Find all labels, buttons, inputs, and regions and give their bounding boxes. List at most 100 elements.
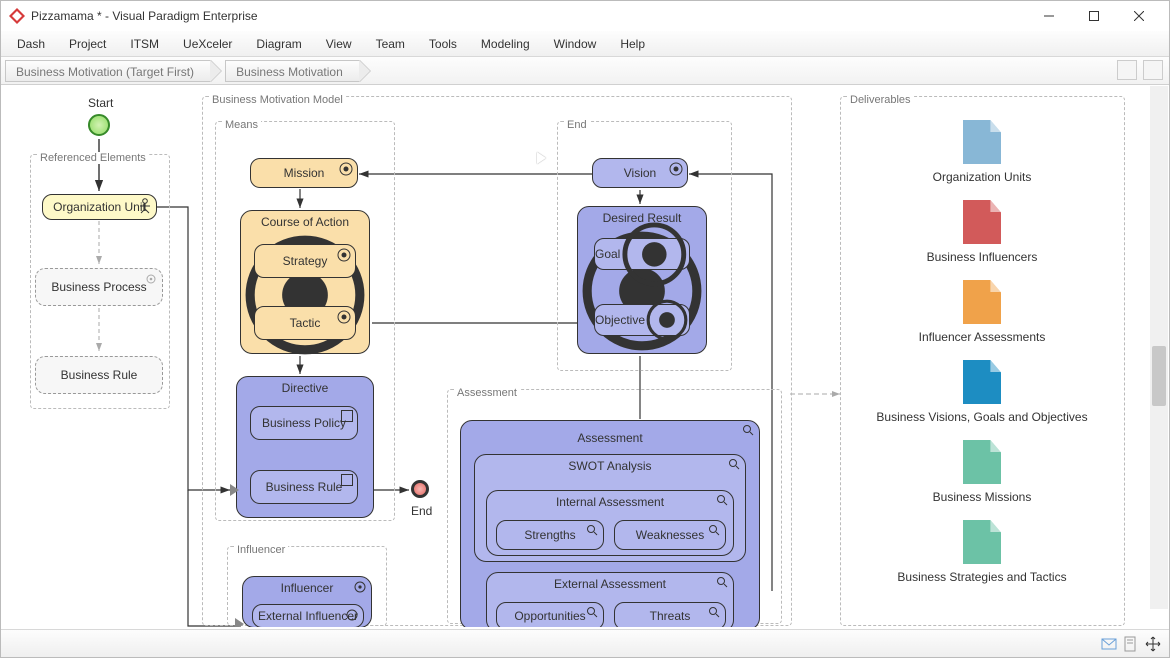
deliverable-item[interactable]: Business Influencers [857, 200, 1107, 264]
maximize-button[interactable] [1071, 1, 1116, 31]
gear-icon [144, 272, 158, 286]
external-influencer-node[interactable]: External Influencer [252, 604, 364, 627]
course-of-action-label: Course of Action [241, 215, 369, 229]
note-icon[interactable] [1123, 636, 1139, 652]
close-button[interactable] [1116, 1, 1161, 31]
strategy-node[interactable]: Strategy [254, 244, 356, 278]
business-process-ref[interactable]: Business Process [35, 268, 163, 306]
document-icon [963, 520, 1001, 564]
move-icon[interactable] [1145, 636, 1161, 652]
menu-view[interactable]: View [314, 33, 364, 55]
search-icon [742, 424, 754, 436]
business-rule-ref[interactable]: Business Rule [35, 356, 163, 394]
threats-label: Threats [650, 609, 691, 623]
gear-icon [345, 608, 359, 622]
menu-uexceler[interactable]: UeXceler [171, 33, 244, 55]
business-policy-node[interactable]: Business Policy [250, 406, 358, 440]
directive-label: Directive [237, 381, 373, 395]
gear-icon [353, 580, 367, 594]
target-icon [339, 162, 353, 176]
diagram-canvas[interactable]: Start Referenced Elements Organization U… [2, 86, 1168, 627]
mail-icon[interactable] [1101, 636, 1117, 652]
objective-node[interactable]: Objective [594, 304, 690, 336]
deliverable-item[interactable]: Business Visions, Goals and Objectives [857, 360, 1107, 424]
menubar: Dash Project ITSM UeXceler Diagram View … [1, 31, 1169, 57]
goal-label: Goal [595, 247, 620, 261]
start-label: Start [88, 96, 113, 110]
organization-unit-label: Organization Unit [53, 200, 146, 214]
end-label: End [411, 504, 432, 518]
organization-unit-node[interactable]: Organization Unit [42, 194, 157, 220]
opportunities-label: Opportunities [514, 609, 585, 623]
deliverable-item[interactable]: Influencer Assessments [857, 280, 1107, 344]
start-node[interactable] [88, 114, 110, 136]
target-icon [337, 310, 351, 324]
note-icon [341, 474, 353, 486]
business-policy-label: Business Policy [262, 416, 346, 430]
menu-help[interactable]: Help [608, 33, 657, 55]
deliverable-label: Influencer Assessments [857, 330, 1107, 344]
influencer-label: Influencer [243, 581, 371, 595]
business-process-label: Business Process [51, 280, 146, 294]
menu-team[interactable]: Team [364, 33, 417, 55]
vision-node[interactable]: Vision [592, 158, 688, 188]
deliverable-item[interactable]: Business Strategies and Tactics [857, 520, 1107, 584]
means-label: Means [222, 119, 261, 131]
referenced-elements-label: Referenced Elements [37, 152, 149, 164]
deliverable-item[interactable]: Organization Units [857, 120, 1107, 184]
strengths-label: Strengths [524, 528, 575, 542]
toolbar-icon-2[interactable] [1143, 60, 1163, 80]
business-rule-ref-label: Business Rule [61, 368, 138, 382]
menu-window[interactable]: Window [542, 33, 609, 55]
menu-diagram[interactable]: Diagram [244, 33, 313, 55]
target-icon [620, 220, 689, 289]
external-influencer-label: External Influencer [258, 609, 358, 623]
end-group-label: End [564, 119, 590, 131]
deliverable-item[interactable]: Business Missions [857, 440, 1107, 504]
objective-label: Objective [595, 313, 645, 327]
deliverable-label: Business Influencers [857, 250, 1107, 264]
menu-dash[interactable]: Dash [5, 33, 57, 55]
step-marker-icon [235, 618, 244, 627]
scroll-thumb[interactable] [1152, 346, 1166, 406]
menu-modeling[interactable]: Modeling [469, 33, 542, 55]
target-icon [645, 298, 689, 342]
weaknesses-node[interactable]: Weaknesses [614, 520, 726, 550]
vertical-scrollbar[interactable] [1150, 86, 1168, 609]
mission-label: Mission [284, 166, 325, 180]
document-icon [963, 360, 1001, 404]
deliverable-label: Business Missions [857, 490, 1107, 504]
opportunities-node[interactable]: Opportunities [496, 602, 604, 627]
threats-node[interactable]: Threats [614, 602, 726, 627]
deliverables-list: Organization Units Business Influencers … [857, 120, 1107, 600]
breadcrumb-bar: Business Motivation (Target First) Busin… [1, 57, 1169, 85]
tactic-label: Tactic [290, 316, 321, 330]
minimize-button[interactable] [1026, 1, 1071, 31]
mission-node[interactable]: Mission [250, 158, 358, 188]
strengths-node[interactable]: Strengths [496, 520, 604, 550]
end-node[interactable] [411, 480, 429, 498]
business-rule-node[interactable]: Business Rule [250, 470, 358, 504]
goal-node[interactable]: Goal [594, 238, 690, 270]
tactic-node[interactable]: Tactic [254, 306, 356, 340]
target-icon [669, 162, 683, 176]
canvas-wrap: Start Referenced Elements Organization U… [2, 86, 1168, 627]
note-icon [341, 410, 353, 422]
bmm-label: Business Motivation Model [209, 94, 346, 106]
document-icon [963, 200, 1001, 244]
statusbar [1, 629, 1169, 657]
target-icon [337, 248, 351, 262]
step-marker-icon [230, 484, 239, 496]
document-icon [963, 120, 1001, 164]
search-icon [716, 576, 728, 588]
crumb-1[interactable]: Business Motivation [225, 60, 360, 82]
menu-itsm[interactable]: ITSM [118, 33, 171, 55]
toolbar-icon-1[interactable] [1117, 60, 1137, 80]
menu-project[interactable]: Project [57, 33, 118, 55]
crumb-0[interactable]: Business Motivation (Target First) [5, 60, 211, 82]
external-assessment-label: External Assessment [487, 577, 733, 591]
deliverable-label: Business Visions, Goals and Objectives [857, 410, 1107, 424]
assessment-group-label: Assessment [454, 387, 520, 399]
menu-tools[interactable]: Tools [417, 33, 469, 55]
search-icon [708, 606, 720, 618]
